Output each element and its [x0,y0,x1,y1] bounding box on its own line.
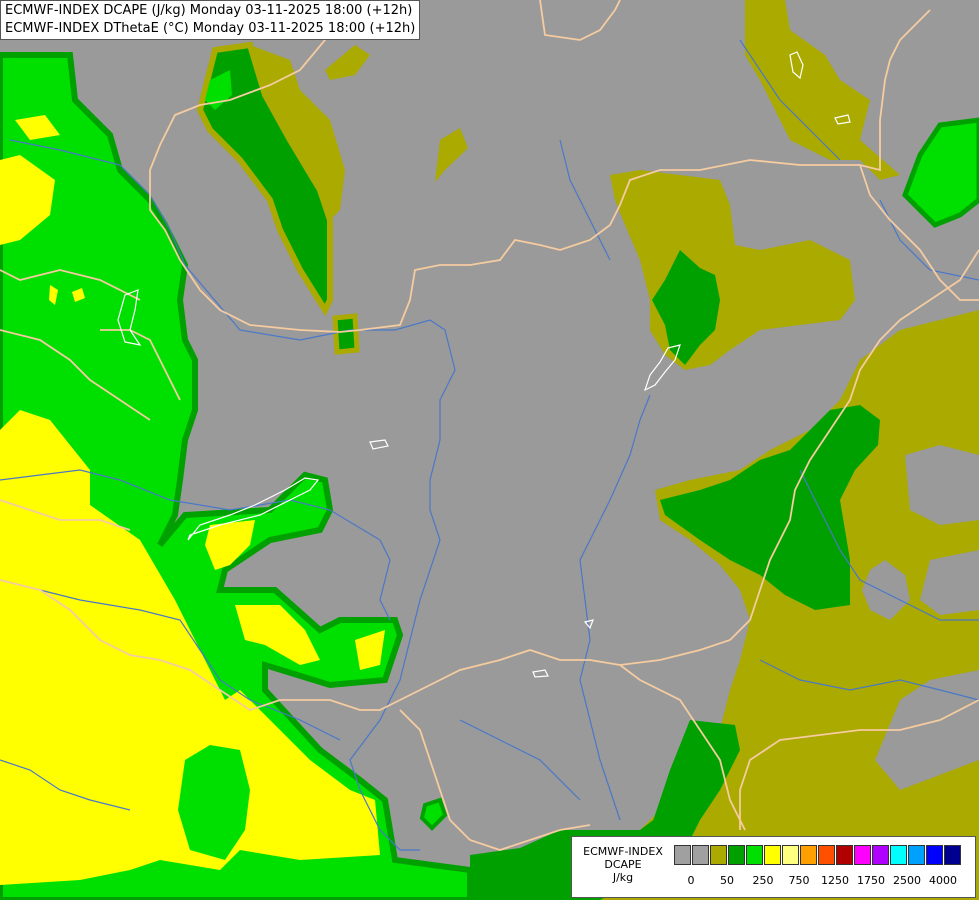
east-grey-hole-2 [905,445,979,525]
legend-swatch [782,845,799,865]
legend-tick-label: 4000 [929,874,957,887]
legend-swatch [746,845,763,865]
legend-swatch [728,845,745,865]
legend-swatch [674,845,691,865]
legend-swatch [944,845,961,865]
dcape-map [0,0,979,900]
legend-swatch [926,845,943,865]
title-line-dthetae: ECMWF-INDEX DThetaE (°C) Monday 03-11-20… [5,21,416,36]
legend-swatch [854,845,871,865]
legend-swatch [692,845,709,865]
legend-swatch [890,845,907,865]
legend-swatch [764,845,781,865]
legend-tick-label: 2500 [893,874,921,887]
color-legend: ECMWF-INDEX DCAPE J/kg 0 50 250 750 1250 1750… [571,836,976,898]
legend-tick-label: 1250 [821,874,849,887]
legend-tick-label: 750 [788,874,810,887]
legend-line-1: ECMWF-INDEX [583,845,663,858]
map-title: ECMWF-INDEX DCAPE (J/kg) Monday 03-11-20… [0,0,421,40]
green-spot-center [332,313,360,355]
legend-swatch [800,845,817,865]
legend-swatch [818,845,835,865]
legend-tick-label: 250 [752,874,774,887]
legend-swatch [836,845,853,865]
legend-tick-label: 1750 [857,874,885,887]
legend-ticks: 0 50 250 750 1250 1750 2500 4000 [672,874,972,888]
legend-title: ECMWF-INDEX DCAPE J/kg [576,845,670,884]
legend-swatches [674,845,962,865]
title-line-dcape: ECMWF-INDEX DCAPE (J/kg) Monday 03-11-20… [5,3,413,18]
legend-swatch [872,845,889,865]
legend-swatch [710,845,727,865]
legend-line-3: J/kg [612,871,634,884]
legend-tick-label: 0 [687,874,695,887]
legend-line-2: DCAPE [604,858,642,871]
legend-tick-label: 50 [720,874,734,887]
legend-swatch [908,845,925,865]
